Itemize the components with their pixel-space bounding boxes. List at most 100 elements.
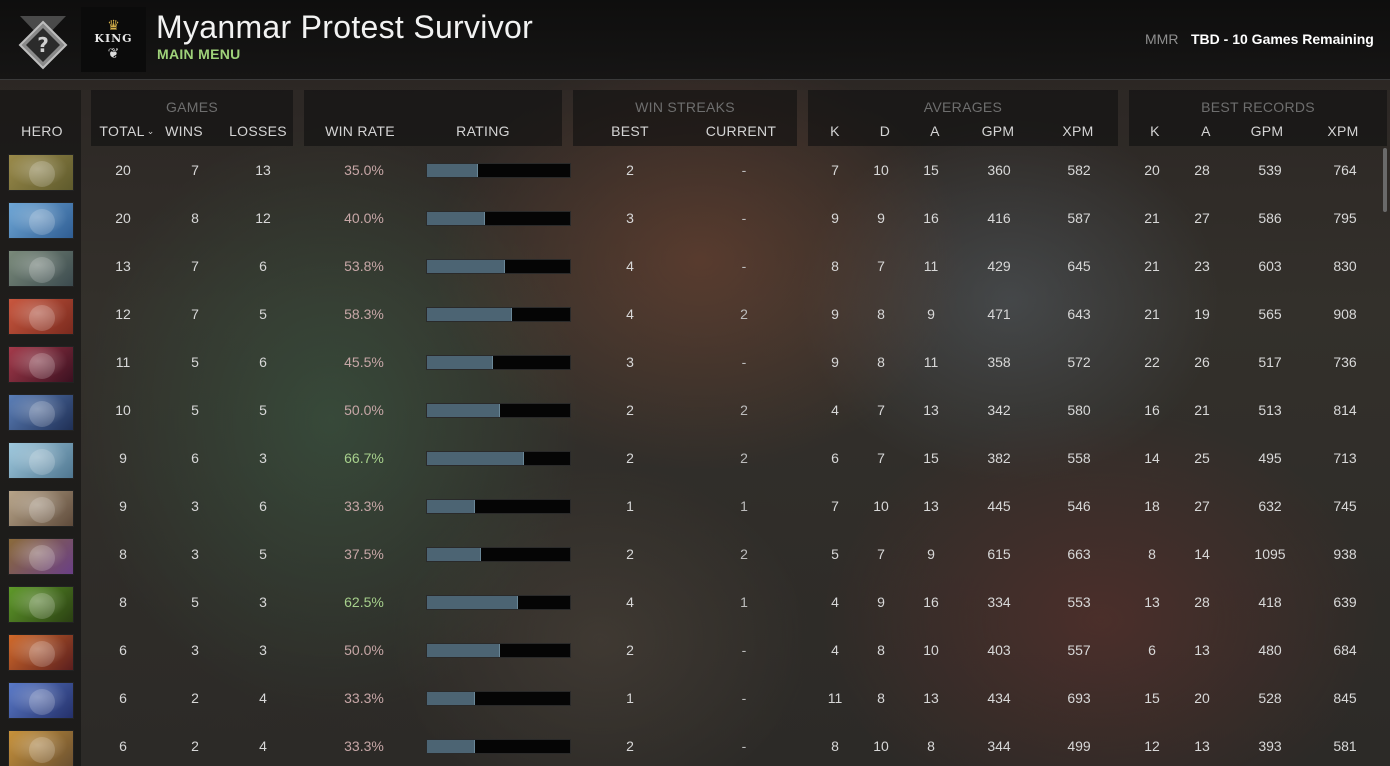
cell-current-streak: - xyxy=(741,690,747,706)
cell-avg-gpm: 445 xyxy=(987,498,1011,514)
column-win-rate[interactable]: WIN RATE xyxy=(320,123,400,139)
table-row[interactable]: 6 3 3 50.0% 2 - 4 8 10 403 557 6 13 480 684 xyxy=(0,628,1390,676)
cell-avg-deaths: 7 xyxy=(877,450,885,466)
cell-avg-xpm: 645 xyxy=(1067,258,1091,274)
table-row[interactable]: 10 5 5 50.0% 2 2 4 7 13 342 580 16 21 513 814 xyxy=(0,388,1390,436)
sniper-portrait-icon[interactable] xyxy=(8,490,74,527)
cell-best-streak: 2 xyxy=(626,402,634,418)
cell-wins: 5 xyxy=(191,594,199,610)
crown-icon: ♛ xyxy=(107,17,120,33)
cell-avg-kills: 9 xyxy=(831,354,839,370)
cell-best-assists: 13 xyxy=(1194,642,1210,658)
cell-avg-assists: 9 xyxy=(927,546,935,562)
dragon-knight-portrait-icon[interactable] xyxy=(8,634,74,671)
zeus-portrait-icon[interactable] xyxy=(8,202,74,239)
cell-current-streak: - xyxy=(741,354,747,370)
table-row[interactable]: 11 5 6 45.5% 3 - 9 8 11 358 572 22 26 517 736 xyxy=(0,340,1390,388)
cell-best-streak: 3 xyxy=(626,354,634,370)
cell-avg-xpm: 580 xyxy=(1067,402,1091,418)
rating-bar xyxy=(426,163,571,178)
column-avg-kills[interactable]: K xyxy=(820,123,850,139)
pudge-portrait-icon[interactable] xyxy=(8,154,74,191)
column-best-gpm[interactable]: GPM xyxy=(1244,123,1290,139)
column-current-streak[interactable]: CURRENT xyxy=(700,123,782,139)
table-row[interactable]: 8 5 3 62.5% 4 1 4 9 16 334 553 13 28 418 639 xyxy=(0,580,1390,628)
cell-best-xpm: 745 xyxy=(1333,498,1357,514)
cell-wins: 5 xyxy=(191,354,199,370)
cell-losses: 4 xyxy=(259,690,267,706)
table-row[interactable]: 9 3 6 33.3% 1 1 7 10 13 445 546 18 27 632 745 xyxy=(0,484,1390,532)
column-avg-xpm[interactable]: XPM xyxy=(1055,123,1101,139)
cell-avg-deaths: 8 xyxy=(877,690,885,706)
cell-avg-deaths: 10 xyxy=(873,162,889,178)
axe-portrait-icon[interactable] xyxy=(8,298,74,335)
portrait-face xyxy=(29,737,55,763)
clockwerk-portrait-icon[interactable] xyxy=(8,250,74,287)
main-menu-link[interactable]: MAIN MENU xyxy=(157,46,241,62)
column-best-assists[interactable]: A xyxy=(1191,123,1221,139)
column-best-kills[interactable]: K xyxy=(1140,123,1170,139)
column-best-streak[interactable]: BEST xyxy=(600,123,660,139)
rating-bar-fill xyxy=(427,596,518,609)
cell-best-streak: 1 xyxy=(626,498,634,514)
cell-avg-kills: 8 xyxy=(831,258,839,274)
column-losses[interactable]: LOSSES xyxy=(228,123,288,139)
column-hero[interactable]: HERO xyxy=(12,123,72,139)
column-avg-deaths[interactable]: D xyxy=(870,123,900,139)
table-row[interactable]: 20 8 12 40.0% 3 - 9 9 16 416 587 21 27 586 795 xyxy=(0,196,1390,244)
table-row[interactable]: 8 3 5 37.5% 2 2 5 7 9 615 663 8 14 1095 938 xyxy=(0,532,1390,580)
portrait-face xyxy=(29,401,55,427)
cell-avg-xpm: 572 xyxy=(1067,354,1091,370)
column-total[interactable]: TOTAL ⌄ xyxy=(94,123,160,139)
cell-wins: 5 xyxy=(191,402,199,418)
alchemist-portrait-icon[interactable] xyxy=(8,538,74,575)
cell-current-streak: - xyxy=(741,738,747,754)
rating-bar-fill xyxy=(427,548,481,561)
mmr-label: MMR xyxy=(1145,31,1179,47)
column-best-xpm[interactable]: XPM xyxy=(1320,123,1366,139)
rating-bar xyxy=(426,643,571,658)
rating-bar-fill xyxy=(427,356,493,369)
cell-best-assists: 27 xyxy=(1194,498,1210,514)
cell-best-xpm: 814 xyxy=(1333,402,1357,418)
cell-avg-assists: 15 xyxy=(923,162,939,178)
portrait-face xyxy=(29,305,55,331)
table-row[interactable]: 6 2 4 33.3% 2 - 8 10 8 344 499 12 13 393 581 xyxy=(0,724,1390,766)
cell-best-gpm: 393 xyxy=(1258,738,1282,754)
table-row[interactable]: 13 7 6 53.8% 4 - 8 7 11 429 645 21 23 603 830 xyxy=(0,244,1390,292)
cell-best-gpm: 632 xyxy=(1258,498,1282,514)
table-row[interactable]: 6 2 4 33.3% 1 - 11 8 13 434 693 15 20 528 845 xyxy=(0,676,1390,724)
column-avg-assists[interactable]: A xyxy=(920,123,950,139)
player-avatar[interactable]: ♛ KING ❦ xyxy=(81,7,146,72)
cell-best-assists: 13 xyxy=(1194,738,1210,754)
cell-current-streak: - xyxy=(741,258,747,274)
riki-portrait-icon[interactable] xyxy=(8,682,74,719)
vengeful-spirit-portrait-icon[interactable] xyxy=(8,394,74,431)
table-row[interactable]: 12 7 5 58.3% 4 2 9 8 9 471 643 21 19 565 908 xyxy=(0,292,1390,340)
column-avg-gpm[interactable]: GPM xyxy=(975,123,1021,139)
cell-avg-deaths: 8 xyxy=(877,642,885,658)
table-scrollbar[interactable] xyxy=(1383,148,1387,212)
table-row[interactable]: 9 6 3 66.7% 2 2 6 7 15 382 558 14 25 495 713 xyxy=(0,436,1390,484)
cell-best-gpm: 495 xyxy=(1258,450,1282,466)
cell-best-gpm: 1095 xyxy=(1254,546,1286,562)
tinker-portrait-icon[interactable] xyxy=(8,730,74,766)
cell-wins: 3 xyxy=(191,498,199,514)
column-wins[interactable]: WINS xyxy=(160,123,208,139)
cell-avg-assists: 11 xyxy=(923,354,939,370)
cell-losses: 12 xyxy=(255,210,271,226)
cell-avg-gpm: 434 xyxy=(987,690,1011,706)
cell-win-rate: 33.3% xyxy=(344,738,384,754)
cell-avg-assists: 15 xyxy=(923,450,939,466)
venomancer-portrait-icon[interactable] xyxy=(8,586,74,623)
rating-bar xyxy=(426,499,571,514)
rating-bar xyxy=(426,739,571,754)
rating-bar-fill xyxy=(427,212,485,225)
crystal-maiden-portrait-icon[interactable] xyxy=(8,442,74,479)
table-row[interactable]: 20 7 13 35.0% 2 - 7 10 15 360 582 20 28 539 764 xyxy=(0,148,1390,196)
cell-win-rate: 35.0% xyxy=(344,162,384,178)
cell-best-kills: 16 xyxy=(1144,402,1160,418)
column-rating[interactable]: RATING xyxy=(443,123,523,139)
cell-best-xpm: 795 xyxy=(1333,210,1357,226)
lion-portrait-icon[interactable] xyxy=(8,346,74,383)
